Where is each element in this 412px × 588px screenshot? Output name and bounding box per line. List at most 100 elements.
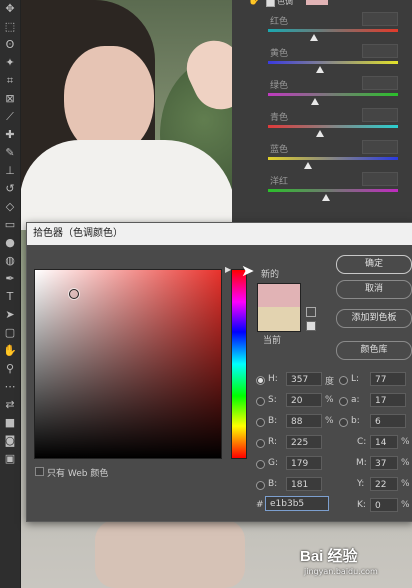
tone-checkbox[interactable] [266,0,275,7]
color-balance-slider-thumb[interactable] [322,194,330,201]
b-field[interactable]: 88 [286,414,322,428]
color-balance-row-value[interactable] [362,12,398,26]
color-balance-row-value[interactable] [362,140,398,154]
lab-b-label: b: [351,416,360,426]
k-label: K: [357,500,366,510]
color-balance-row-value[interactable] [362,108,398,122]
s-radio[interactable] [256,397,265,406]
ok-button[interactable]: 确定 [336,255,412,274]
g-radio[interactable] [256,460,265,469]
pen-tool-icon[interactable]: ✒ [0,270,20,288]
brush-tool-icon[interactable]: ✎ [0,144,20,162]
hex-field[interactable]: e1b3b5 [265,496,329,511]
photo-legs [95,520,245,588]
cancel-button[interactable]: 取消 [336,280,412,299]
watermark: Bai 经验 jingyan.baidu.com [300,545,410,585]
blue-radio[interactable] [256,481,265,490]
eraser-tool-icon[interactable]: ◇ [0,198,20,216]
more-tools-icon[interactable]: ⋯ [0,378,20,396]
y-unit: % [401,479,410,489]
tone-swatch[interactable] [306,0,328,5]
lab-b-radio[interactable] [339,418,348,427]
color-balance-slider-thumb[interactable] [316,130,324,137]
eyedropper-tool-icon[interactable]: ⟋ [0,108,20,126]
h-field[interactable]: 357 [286,372,322,386]
gamut-cube-icon[interactable] [306,307,316,317]
color-balance-slider-thumb[interactable] [304,162,312,169]
color-balance-row-label: 青色 [270,113,289,123]
g-label: G: [268,458,279,468]
crop-tool-icon[interactable]: ⌗ [0,72,20,90]
h-label: H: [268,374,278,384]
marquee-tool-icon[interactable]: ⬚ [0,18,20,36]
color-balance-row: 青色 [232,108,412,140]
stamp-tool-icon[interactable]: ⊥ [0,162,20,180]
add-to-swatches-button[interactable]: 添加到色板 [336,309,412,328]
saturation-brightness-field[interactable] [34,269,222,459]
web-only-checkbox[interactable] [35,467,44,476]
color-balance-slider-thumb[interactable] [310,34,318,41]
y-field[interactable]: 22 [370,477,398,491]
gradient-tool-icon[interactable]: ▭ [0,216,20,234]
type-tool-icon[interactable]: T [0,288,20,306]
color-field-marker[interactable] [69,289,79,299]
web-only-label: 只有 Web 颜色 [47,469,109,479]
h-radio[interactable] [256,376,265,385]
color-balance-slider-track[interactable] [268,125,398,128]
r-field[interactable]: 225 [286,435,322,449]
move-tool-icon[interactable]: ✥ [0,0,20,18]
color-balance-slider-track[interactable] [268,189,398,192]
rectangle-tool-icon[interactable]: ▢ [0,324,20,342]
m-field[interactable]: 37 [370,456,398,470]
color-balance-slider-track[interactable] [268,61,398,64]
color-balance-slider-track[interactable] [268,93,398,96]
swap-colors-icon[interactable]: ⇄ [0,396,20,414]
b-radio[interactable] [256,418,265,427]
photo-shirt [20,140,235,230]
b-unit: % [325,416,334,426]
hue-slider-arrow-left-icon: ▶ [225,265,232,274]
magic-wand-icon[interactable]: ✦ [0,54,20,72]
hand-tool-icon[interactable]: ✋ [0,342,20,360]
color-balance-row-value[interactable] [362,44,398,58]
s-unit: % [325,395,334,405]
color-balance-row-value[interactable] [362,76,398,90]
color-balance-slider-track[interactable] [268,29,398,32]
a-radio[interactable] [339,397,348,406]
healing-tool-icon[interactable]: ✚ [0,126,20,144]
color-balance-row-label: 红色 [270,17,289,27]
path-select-icon[interactable]: ➤ [0,306,20,324]
quick-mask-icon[interactable]: ◙ [0,432,20,450]
color-libraries-button[interactable]: 颜色库 [336,341,412,360]
lab-b-field[interactable]: 6 [370,414,406,428]
foreground-color-icon[interactable]: ■ [0,414,20,432]
color-balance-slider-track[interactable] [268,157,398,160]
g-field[interactable]: 179 [286,456,322,470]
screen-mode-icon[interactable]: ▣ [0,450,20,468]
blue-field[interactable]: 181 [286,477,322,491]
color-balance-slider-thumb[interactable] [316,66,324,73]
history-brush-icon[interactable]: ↺ [0,180,20,198]
web-safe-swatch-icon[interactable] [306,321,316,331]
k-field[interactable]: 0 [370,498,398,512]
hue-slider[interactable] [231,269,247,459]
l-radio[interactable] [339,376,348,385]
current-color-swatch[interactable] [257,307,301,332]
c-label: C: [357,437,367,447]
lasso-tool-icon[interactable]: ʘ [0,36,20,54]
zoom-tool-icon[interactable]: ⚲ [0,360,20,378]
frame-tool-icon[interactable]: ⊠ [0,90,20,108]
r-radio[interactable] [256,439,265,448]
color-balance-slider-thumb[interactable] [311,98,319,105]
blur-tool-icon[interactable]: ● [0,234,20,252]
color-balance-row-value[interactable] [362,172,398,186]
s-field[interactable]: 20 [286,393,322,407]
dodge-tool-icon[interactable]: ◍ [0,252,20,270]
c-field[interactable]: 14 [370,435,398,449]
color-balance-row: 绿色 [232,76,412,108]
l-field[interactable]: 77 [370,372,406,386]
a-field[interactable]: 17 [370,393,406,407]
hand-icon: ✋ [248,0,260,6]
color-balance-row: 红色 [232,12,412,44]
color-balance-row-label: 绿色 [270,81,289,91]
